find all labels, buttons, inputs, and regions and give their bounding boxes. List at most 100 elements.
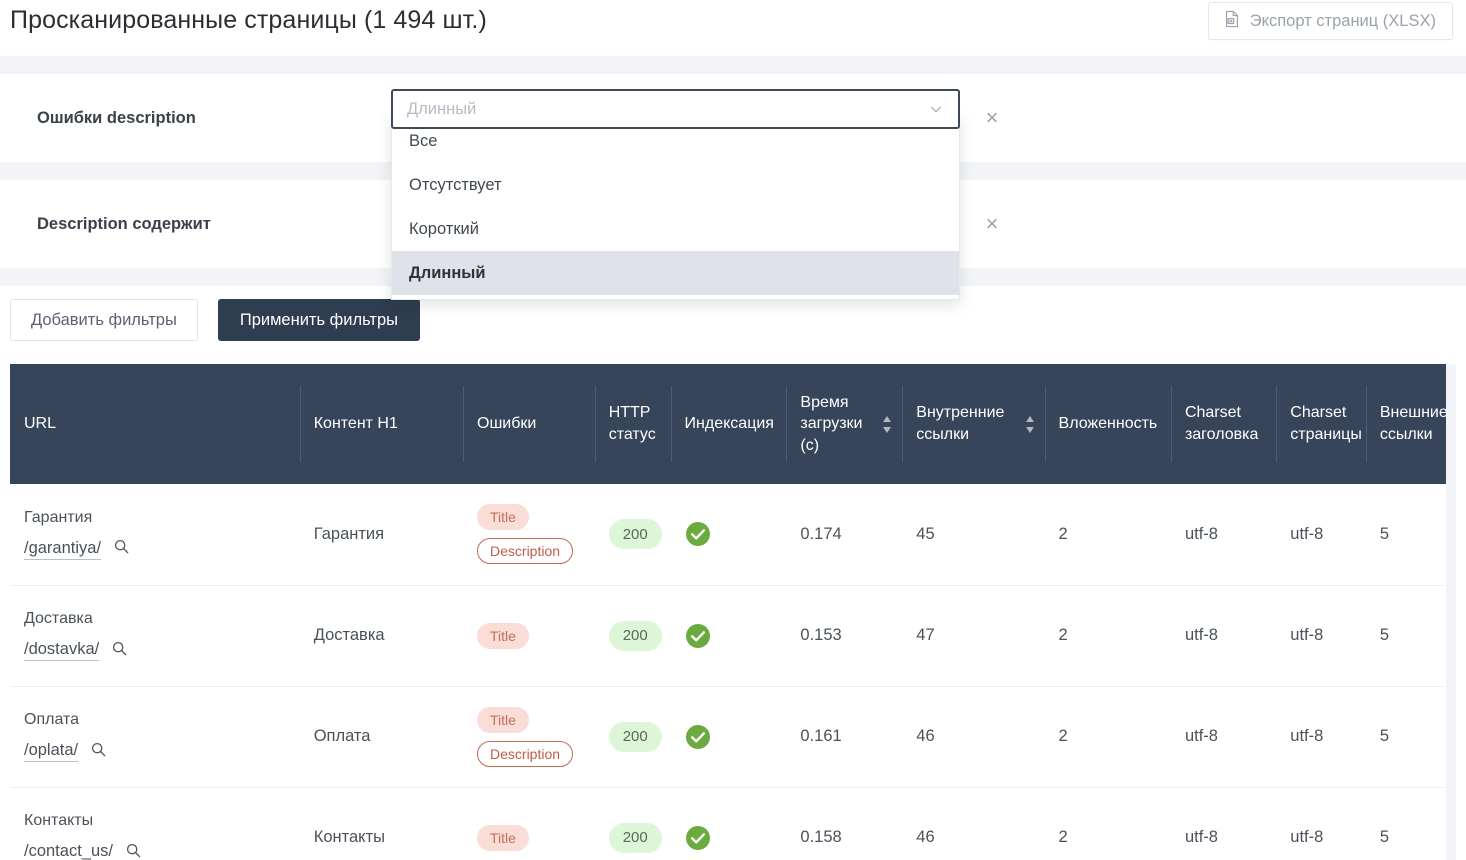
- error-badge: Description: [477, 740, 574, 767]
- cell-charset-page: utf-8: [1276, 686, 1366, 788]
- add-filters-button[interactable]: Добавить фильтры: [10, 299, 198, 341]
- column-header: Контент H1: [299, 364, 464, 484]
- cell-errors: Title: [463, 787, 595, 860]
- remove-filter-description-errors-button[interactable]: ×: [978, 104, 1006, 132]
- column-header[interactable]: Внутренние ссылки: [902, 364, 1045, 484]
- error-badge: Title: [477, 504, 529, 531]
- xlsx-file-icon: [1223, 10, 1241, 33]
- cell-h1: Оплата: [299, 686, 464, 788]
- sort-arrows-icon[interactable]: [1454, 416, 1456, 433]
- search-icon[interactable]: [126, 843, 141, 860]
- sort-arrows-icon[interactable]: [1025, 415, 1035, 433]
- indexed-check-icon: [685, 724, 710, 749]
- remove-filter-description-contains-button[interactable]: ×: [978, 210, 1006, 238]
- description-errors-dropdown: Все Отсутствует Короткий Длинный: [391, 113, 960, 300]
- cell-internal-links: 45: [902, 484, 1045, 586]
- filter-label-description-errors: Ошибки description: [37, 108, 196, 127]
- dropdown-option[interactable]: Длинный: [392, 251, 959, 295]
- cell-depth: 2: [1044, 585, 1171, 687]
- cell-errors: Title Description: [463, 484, 595, 586]
- http-status-badge: 200: [608, 721, 662, 752]
- page-url-link[interactable]: /oplata/: [24, 741, 79, 762]
- column-header-label: URL: [24, 415, 57, 433]
- scanned-pages-table-container: URL Контент H1 Ошибки HTTP статус Индексация…: [10, 364, 1456, 860]
- table-row: Доставка/dostavka/Доставка Title 200 0.153 4…: [10, 585, 1446, 687]
- column-header-label: HTTP статус: [608, 404, 656, 443]
- cell-load-time: 0.174: [786, 484, 903, 586]
- cell-load-time: 0.158: [786, 787, 903, 860]
- column-header: Индексация: [670, 364, 787, 484]
- column-header: Charset заголовка: [1170, 364, 1277, 484]
- export-pages-button[interactable]: Экспорт страниц (XLSX): [1207, 2, 1453, 40]
- page-url-link[interactable]: /dostavka/: [24, 640, 100, 661]
- column-header: Вложенность: [1044, 364, 1171, 484]
- apply-filters-button[interactable]: Применить фильтры: [217, 299, 420, 341]
- cell-indexation: [670, 484, 787, 586]
- cell-external-links: 5: [1365, 787, 1446, 860]
- indexed-check-icon: [685, 825, 710, 850]
- sort-arrows-icon[interactable]: [883, 415, 892, 433]
- cell-errors: Title Description: [463, 686, 595, 788]
- indexed-check-icon: [685, 623, 710, 648]
- cell-http-status: 200: [594, 484, 671, 586]
- search-icon[interactable]: [112, 641, 127, 661]
- cell-internal-links: 47: [902, 585, 1045, 687]
- page-title: Просканированные страницы (1 494 шт.): [10, 6, 487, 34]
- dropdown-option[interactable]: Короткий: [392, 207, 959, 251]
- cell-http-status: 200: [594, 686, 671, 788]
- cell-indexation: [670, 686, 787, 788]
- error-badge: Title: [477, 706, 529, 733]
- table-row: Оплата/oplata/Оплата Title Description 200 0…: [10, 686, 1446, 788]
- description-errors-select[interactable]: Длинный: [391, 89, 960, 129]
- cell-indexation: [670, 585, 787, 687]
- http-status-badge: 200: [608, 822, 662, 853]
- cell-http-status: 200: [594, 585, 671, 687]
- page-header: Просканированные страницы (1 494 шт.) Эк…: [0, 0, 1466, 56]
- cell-charset-header: utf-8: [1170, 787, 1277, 860]
- error-badge: Description: [477, 538, 574, 565]
- cell-external-links: 5: [1365, 585, 1446, 687]
- table-row: Контакты/contact_us/Контакты Title 200 0.15…: [10, 787, 1446, 860]
- cell-h1: Доставка: [299, 585, 464, 687]
- search-icon[interactable]: [114, 539, 129, 559]
- cell-url: Контакты/contact_us/: [10, 787, 300, 860]
- cell-charset-header: utf-8: [1170, 686, 1277, 788]
- error-badge: Title: [477, 622, 529, 649]
- cell-external-links: 5: [1365, 686, 1446, 788]
- page-title-text: Гарантия: [24, 508, 93, 526]
- cell-depth: 2: [1044, 686, 1171, 788]
- cell-h1: Контакты: [299, 787, 464, 860]
- table-body: Гарантия/garantiya/Гарантия Title Descript…: [10, 484, 1446, 860]
- column-header-label: Вложенность: [1058, 415, 1158, 433]
- column-header[interactable]: Внешние ссылки: [1365, 364, 1456, 484]
- column-header-label: Charset страницы: [1290, 404, 1362, 443]
- column-header[interactable]: Время загрузки (с): [786, 364, 903, 484]
- page-url-link[interactable]: /contact_us/: [24, 842, 113, 860]
- cell-depth: 2: [1044, 787, 1171, 860]
- column-header-label: Время загрузки (с): [800, 393, 863, 454]
- column-header-label: Контент H1: [313, 415, 398, 433]
- cell-url: Доставка/dostavka/: [10, 585, 300, 687]
- cell-url: Оплата/oplata/: [10, 686, 300, 788]
- cell-charset-page: utf-8: [1276, 484, 1366, 586]
- filter-band-top: [0, 56, 1466, 74]
- search-icon[interactable]: [91, 742, 106, 762]
- cell-external-links: 5: [1365, 484, 1446, 586]
- cell-errors: Title: [463, 585, 595, 687]
- cell-charset-page: utf-8: [1276, 787, 1366, 860]
- cell-charset-header: utf-8: [1170, 585, 1277, 687]
- page-title-text: Доставка: [24, 610, 93, 627]
- column-header-label: Charset заголовка: [1184, 404, 1259, 443]
- export-pages-label: Экспорт страниц (XLSX): [1249, 11, 1436, 30]
- http-status-badge: 200: [608, 620, 662, 651]
- dropdown-option[interactable]: Отсутствует: [392, 163, 959, 207]
- column-header-label: Ошибки: [477, 415, 537, 433]
- cell-internal-links: 46: [902, 686, 1045, 788]
- cell-charset-page: utf-8: [1276, 585, 1366, 687]
- column-header-label: Индексация: [684, 415, 774, 433]
- cell-http-status: 200: [594, 787, 671, 860]
- page-url-link[interactable]: /garantiya/: [24, 539, 102, 560]
- column-header-label: Внутренние ссылки: [916, 404, 1005, 443]
- cell-depth: 2: [1044, 484, 1171, 586]
- column-header-label: Внешние ссылки: [1379, 404, 1448, 443]
